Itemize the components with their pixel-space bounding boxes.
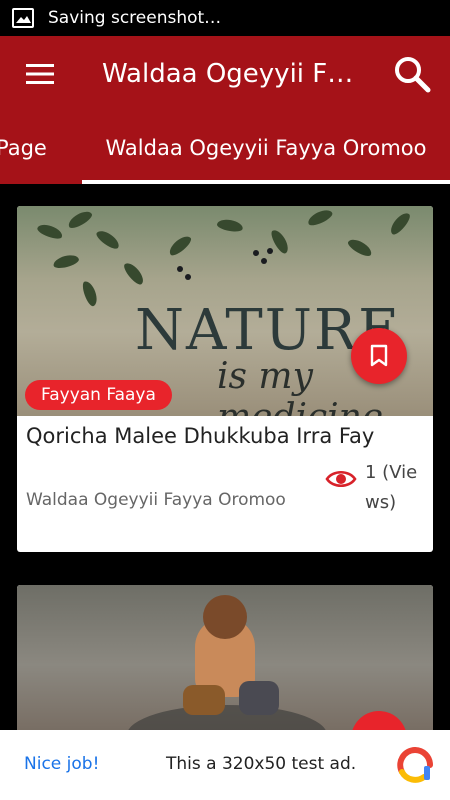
leaf-shape bbox=[345, 236, 375, 259]
app-title: Waldaa Ogeyyii F… bbox=[102, 59, 354, 89]
berry-shape bbox=[261, 258, 267, 264]
post-author: Waldaa Ogeyyii Fayya Oromoo bbox=[26, 490, 286, 510]
bookmark-button[interactable] bbox=[351, 328, 407, 384]
berry-shape bbox=[253, 250, 259, 256]
puddle-shape bbox=[127, 705, 327, 730]
tab-bar: n Page Waldaa Ogeyyii Fayya Oromoo bbox=[0, 112, 450, 184]
berry-shape bbox=[177, 266, 183, 272]
search-button[interactable] bbox=[392, 54, 432, 94]
category-chip[interactable]: Fayyan Faaya bbox=[25, 380, 172, 410]
leaf-shape bbox=[52, 252, 80, 271]
post-image[interactable] bbox=[17, 585, 433, 730]
leaf-shape bbox=[121, 260, 147, 287]
views-count: 1 (Views) bbox=[365, 462, 418, 513]
eye-icon bbox=[325, 470, 357, 488]
post-card[interactable]: NATURE is my medicine Fayyan Faaya Qoric… bbox=[17, 206, 433, 552]
status-text: Saving screenshot… bbox=[48, 8, 222, 28]
ad-text: This a 320x50 test ad. bbox=[166, 754, 357, 774]
leaf-shape bbox=[387, 210, 413, 237]
leaf-shape bbox=[305, 207, 335, 228]
menu-button[interactable] bbox=[0, 36, 80, 112]
tab-waldaa-ogeyyii[interactable]: Waldaa Ogeyyii Fayya Oromoo bbox=[82, 112, 450, 184]
berry-shape bbox=[185, 274, 191, 280]
leaf-shape bbox=[166, 232, 194, 259]
leaf-shape bbox=[65, 208, 95, 231]
leaf-shape bbox=[216, 217, 244, 234]
post-card[interactable] bbox=[17, 585, 433, 730]
bookmark-icon bbox=[370, 344, 388, 367]
app-bar: Waldaa Ogeyyii F… bbox=[0, 36, 450, 112]
child-head bbox=[203, 595, 247, 639]
post-image[interactable]: NATURE is my medicine Fayyan Faaya bbox=[17, 206, 433, 416]
hamburger-menu-icon bbox=[26, 64, 54, 84]
jar-shape bbox=[183, 685, 225, 715]
bookmark-button[interactable] bbox=[351, 711, 407, 730]
ad-banner[interactable]: Nice job! This a 320x50 test ad. bbox=[0, 730, 450, 800]
tab-main-page[interactable]: n Page bbox=[0, 112, 47, 184]
status-bar: Saving screenshot… bbox=[0, 0, 450, 36]
image-icon bbox=[12, 8, 34, 28]
post-title[interactable]: Qoricha Malee Dhukkuba Irra Fay bbox=[26, 424, 431, 448]
views-counter: 1 (Views) bbox=[325, 456, 433, 548]
ad-cta-link[interactable]: Nice job! bbox=[24, 754, 99, 774]
leaf-shape bbox=[35, 221, 65, 242]
search-icon bbox=[395, 57, 431, 93]
berry-shape bbox=[267, 248, 273, 254]
ad-choices-logo-icon[interactable] bbox=[396, 746, 434, 784]
feed-list[interactable]: NATURE is my medicine Fayyan Faaya Qoric… bbox=[0, 184, 450, 730]
jar-shape bbox=[239, 681, 279, 715]
leaf-shape bbox=[94, 227, 122, 252]
leaf-shape bbox=[80, 279, 100, 308]
